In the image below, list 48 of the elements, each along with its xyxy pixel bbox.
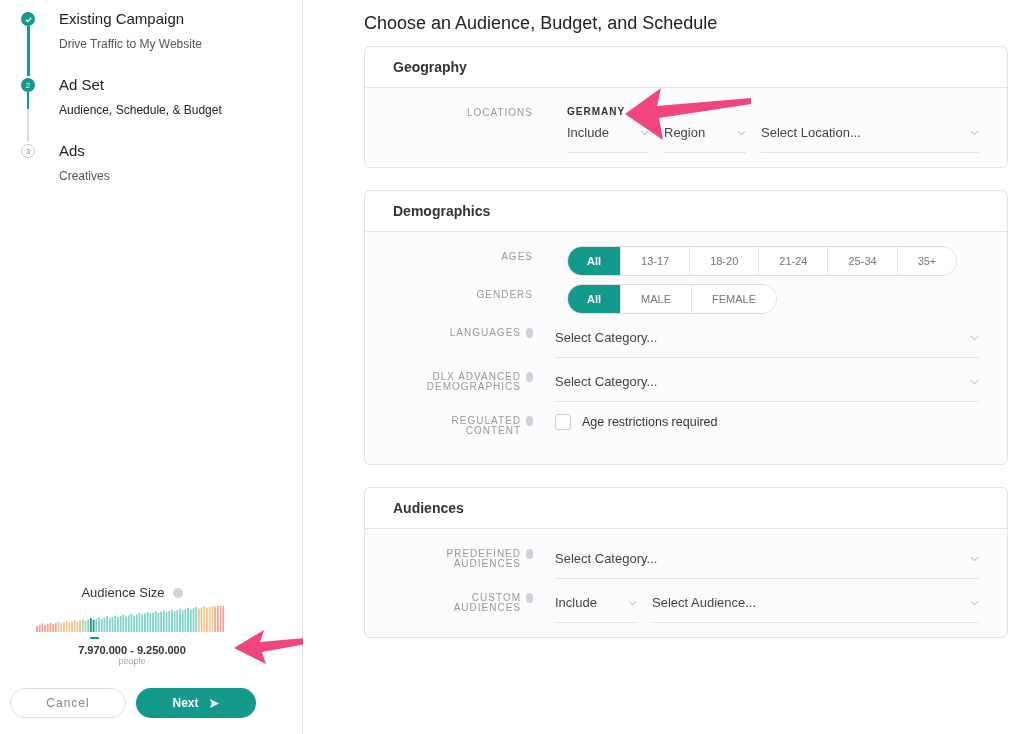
chevron-icon xyxy=(970,129,979,136)
step-marker: 2 xyxy=(21,78,35,92)
chevron-icon xyxy=(737,129,746,136)
dropdown-field[interactable]: Select Audience... xyxy=(652,587,979,623)
info-icon[interactable] xyxy=(526,328,533,338)
info-icon[interactable] xyxy=(526,372,533,382)
checkbox[interactable] xyxy=(555,414,571,430)
audience-unit: people xyxy=(117,656,147,666)
step-title[interactable]: Ads xyxy=(59,142,110,159)
checkbox-label: Age restrictions required xyxy=(582,415,718,429)
send-icon xyxy=(208,697,220,709)
info-icon[interactable] xyxy=(172,587,183,598)
section-title: Audiences xyxy=(365,488,1007,529)
field-label: GENDERS xyxy=(476,290,533,300)
chevron-icon xyxy=(970,378,979,385)
dropdown-field[interactable]: Select Category... xyxy=(555,322,979,358)
page-title: Choose an Audience, Budget, and Schedule xyxy=(364,13,719,34)
dropdown-field[interactable]: Include xyxy=(555,587,637,623)
field-label: REGULATED CONTENT xyxy=(450,416,521,436)
info-icon[interactable] xyxy=(526,549,533,559)
location-value: GERMANY xyxy=(567,106,627,117)
chevron-icon xyxy=(970,555,979,562)
cancel-button[interactable]: Cancel xyxy=(10,688,126,718)
section-title: Geography xyxy=(365,47,1007,88)
info-icon[interactable] xyxy=(526,416,533,426)
dropdown-field[interactable]: Select Category... xyxy=(555,543,979,579)
step-title[interactable]: Ad Set xyxy=(59,76,222,93)
audience-range: 7.970.000 - 9.250.000 xyxy=(77,644,187,656)
field-label: AGES xyxy=(501,252,533,262)
field-label: CUSTOM AUDIENCES xyxy=(452,593,521,613)
dropdown-field[interactable]: Region xyxy=(664,117,746,153)
dropdown-field[interactable]: Select Location... xyxy=(761,117,979,153)
step-subtitle: Drive Traffic to My Website xyxy=(59,37,202,51)
chevron-icon xyxy=(628,599,637,606)
chevron-icon xyxy=(970,599,979,606)
chevron-icon xyxy=(640,129,649,136)
section-title: Demographics xyxy=(365,191,1007,232)
field-label: DLX ADVANCED DEMOGRAPHICS xyxy=(425,372,521,392)
audience-size-title: Audience Size xyxy=(81,585,165,600)
field-label: LANGUAGES xyxy=(449,328,521,338)
step-subtitle: Creatives xyxy=(59,169,110,183)
info-icon[interactable] xyxy=(526,593,533,603)
dropdown-field[interactable]: Select Category... xyxy=(555,366,979,402)
chevron-icon xyxy=(970,334,979,341)
field-label: PREDEFINED AUDIENCES xyxy=(445,549,521,569)
step-title[interactable]: Existing Campaign xyxy=(59,10,202,27)
step-subtitle: Audience, Schedule, & Budget xyxy=(59,103,222,117)
field-label: LOCATIONS xyxy=(466,108,533,118)
